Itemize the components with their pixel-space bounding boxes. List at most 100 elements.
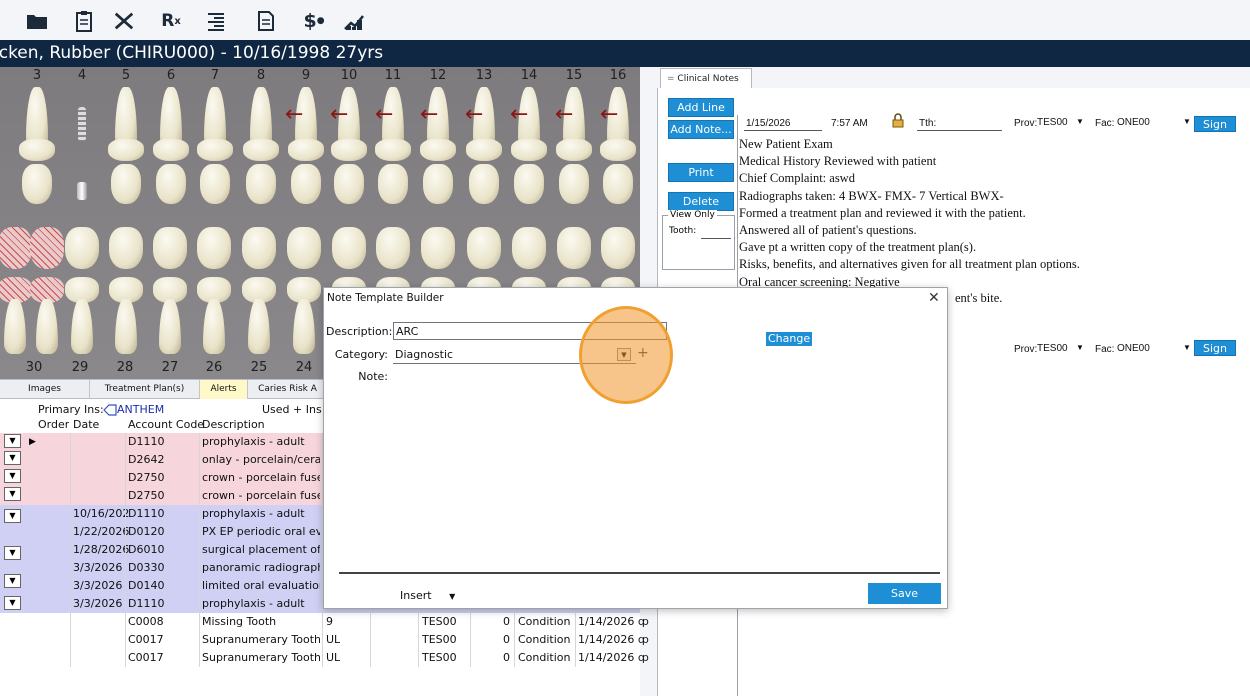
- lower-tooth-occlusal[interactable]: [287, 227, 321, 269]
- upper-tooth-occlusal[interactable]: [378, 164, 408, 204]
- upper-tooth-crown[interactable]: [600, 139, 636, 161]
- note-time[interactable]: 7:57 AM: [831, 118, 868, 129]
- change-button[interactable]: Change: [766, 332, 813, 346]
- note-date[interactable]: 1/15/2026: [746, 118, 791, 129]
- upper-tooth-occlusal[interactable]: [559, 164, 589, 204]
- upper-tooth-crown[interactable]: [466, 139, 502, 161]
- lower-tooth-occlusal[interactable]: [601, 227, 635, 269]
- document-icon[interactable]: [255, 10, 277, 32]
- row-dropdown[interactable]: ▼: [4, 546, 21, 560]
- upper-tooth-occlusal[interactable]: [514, 164, 544, 204]
- tab-caries-risk[interactable]: Caries Risk A: [248, 380, 328, 399]
- list-icon[interactable]: [205, 10, 227, 32]
- upper-tooth-occlusal[interactable]: [423, 164, 453, 204]
- row-dropdown[interactable]: ▼: [4, 434, 21, 448]
- upper-tooth-crown[interactable]: [243, 139, 279, 161]
- tooth-field[interactable]: [701, 238, 731, 239]
- tooth-number[interactable]: 12: [423, 68, 453, 83]
- table-row[interactable]: C0017 Supranumerary Tooth UL TES00 0 Conditio…: [0, 649, 649, 667]
- upper-tooth-crown[interactable]: [331, 139, 367, 161]
- tooth-number[interactable]: 9: [291, 68, 321, 83]
- col-header-description[interactable]: Description: [202, 416, 265, 434]
- lower-tooth-root[interactable]: [115, 299, 137, 354]
- lower-tooth-root[interactable]: [71, 299, 93, 354]
- fac-value[interactable]: ONE00: [1117, 343, 1150, 354]
- upper-tooth-occlusal[interactable]: [469, 164, 499, 204]
- lower-tooth-occlusal[interactable]: [376, 227, 410, 269]
- tooth-number[interactable]: 6: [156, 68, 186, 83]
- add-line-button[interactable]: Add Line: [668, 98, 734, 117]
- lower-tooth-occlusal[interactable]: [332, 227, 366, 269]
- upper-tooth-crown[interactable]: [375, 139, 411, 161]
- lower-tooth-occlusal[interactable]: [0, 227, 32, 269]
- tab-treatment-plans[interactable]: Treatment Plan(s): [90, 380, 200, 399]
- save-button[interactable]: Save: [868, 583, 941, 604]
- tooth-number[interactable]: 11: [378, 68, 408, 83]
- lower-tooth-root[interactable]: [248, 299, 270, 354]
- upper-tooth-crown[interactable]: [108, 139, 144, 161]
- tooth-number[interactable]: 16: [603, 68, 633, 83]
- lower-tooth-occlusal[interactable]: [65, 227, 99, 269]
- lower-tooth-occlusal[interactable]: [109, 227, 143, 269]
- tab-clinical-notes[interactable]: = Clinical Notes: [660, 68, 752, 89]
- lower-tooth-occlusal[interactable]: [557, 227, 591, 269]
- upper-tooth-occlusal[interactable]: [603, 164, 633, 204]
- delete-note-button[interactable]: Delete Note: [668, 192, 734, 226]
- tooth-number[interactable]: 28: [110, 360, 140, 375]
- upper-tooth-occlusal[interactable]: [111, 164, 141, 204]
- prov-dropdown-icon[interactable]: ▼: [1076, 343, 1084, 352]
- print-button[interactable]: Print: [668, 163, 734, 182]
- billing-icon[interactable]: $ ●: [300, 10, 328, 32]
- lock-icon[interactable]: [892, 113, 904, 132]
- upper-tooth-crown[interactable]: [288, 139, 324, 161]
- tooth-number[interactable]: 5: [111, 68, 141, 83]
- tooth-number[interactable]: 24: [289, 360, 319, 375]
- upper-tooth-occlusal[interactable]: [200, 164, 230, 204]
- lower-tooth-occlusal[interactable]: [421, 227, 455, 269]
- tooth-number[interactable]: 27: [155, 360, 185, 375]
- implant-icon[interactable]: [78, 107, 86, 141]
- upper-tooth-crown[interactable]: [511, 139, 547, 161]
- col-header-account-code[interactable]: Account Code: [128, 416, 204, 434]
- lower-tooth-occlusal[interactable]: [242, 227, 276, 269]
- abutment-icon[interactable]: [77, 182, 87, 200]
- row-dropdown[interactable]: ▼: [4, 469, 21, 483]
- row-dropdown[interactable]: ▼: [4, 451, 21, 465]
- upper-tooth-occlusal[interactable]: [246, 164, 276, 204]
- lower-tooth-root[interactable]: [159, 299, 181, 354]
- table-row[interactable]: C0017 Supranumerary Tooth UL TES00 0 Conditio…: [0, 631, 649, 649]
- upper-tooth-occlusal[interactable]: [22, 164, 52, 204]
- upper-tooth-crown[interactable]: [556, 139, 592, 161]
- upper-tooth-crown[interactable]: [19, 139, 55, 161]
- tooth-number[interactable]: 4: [67, 68, 97, 83]
- lower-tooth-root[interactable]: [293, 299, 315, 354]
- lower-tooth-root[interactable]: [4, 299, 26, 354]
- row-dropdown[interactable]: ▼: [4, 487, 21, 501]
- tab-images[interactable]: Images: [0, 380, 90, 399]
- lower-tooth-occlusal[interactable]: [467, 227, 501, 269]
- col-header-order[interactable]: Order: [38, 416, 69, 434]
- upper-tooth-crown[interactable]: [197, 139, 233, 161]
- tooth-number[interactable]: 30: [19, 360, 49, 375]
- row-dropdown[interactable]: ▼: [4, 574, 21, 588]
- prov-value[interactable]: TES00: [1037, 343, 1068, 354]
- tooth-number[interactable]: 29: [65, 360, 95, 375]
- clipboard-icon[interactable]: [73, 10, 95, 32]
- tooth-number[interactable]: 13: [469, 68, 499, 83]
- lower-tooth-occlusal[interactable]: [512, 227, 546, 269]
- tab-alerts[interactable]: Alerts: [200, 380, 248, 399]
- tooth-number[interactable]: 26: [199, 360, 229, 375]
- row-dropdown[interactable]: ▼: [4, 509, 21, 523]
- sign-button[interactable]: Sign: [1194, 116, 1236, 132]
- lower-tooth-occlusal[interactable]: [153, 227, 187, 269]
- upper-tooth-crown[interactable]: [420, 139, 456, 161]
- sign-button[interactable]: Sign: [1194, 340, 1236, 356]
- tooth-number[interactable]: 14: [514, 68, 544, 83]
- close-icon[interactable]: ✕: [928, 290, 940, 306]
- tooth-number[interactable]: 3: [22, 68, 52, 83]
- tooth-number[interactable]: 15: [559, 68, 589, 83]
- upper-tooth-occlusal[interactable]: [334, 164, 364, 204]
- col-header-date[interactable]: Date: [73, 416, 99, 434]
- prov-dropdown-icon[interactable]: ▼: [1076, 117, 1084, 126]
- add-note-button[interactable]: Add Note...: [668, 120, 734, 139]
